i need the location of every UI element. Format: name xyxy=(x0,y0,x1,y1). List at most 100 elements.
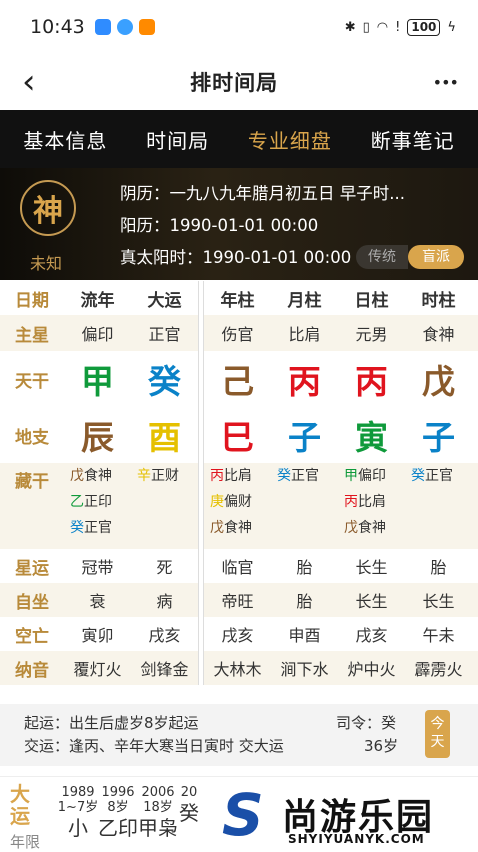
col-header: 月柱 xyxy=(287,290,322,311)
profile-card: 神 未知 阴历：一九八九年腊月初五日 早子时... 阳历：1990-01-01 … xyxy=(0,168,478,280)
hidden-stem: 戊食神 xyxy=(210,520,252,536)
grid-cell: 寅卯 xyxy=(81,626,114,645)
row-label: 纳音 xyxy=(15,660,49,681)
grid-cell: 病 xyxy=(156,592,173,611)
grid-cell: 长生 xyxy=(355,592,388,611)
logo-mark-icon: S xyxy=(222,781,264,849)
star-fortune-row: 星运 冠带 死 临官 胎 长生 胎 xyxy=(0,549,478,583)
dayun-column[interactable]: 1989 1~7岁小 xyxy=(56,785,100,841)
grid-cell: 长生 xyxy=(355,558,388,577)
fortune-info: 起运：出生后虚岁8岁起运 交运：逢丙、辛年大寒当日寅时 交大运 司令：癸 36岁 xyxy=(0,704,478,766)
grid-cell: 戌亥 xyxy=(221,626,254,645)
wifi-icon: ◠ xyxy=(376,19,389,35)
blind-school-button[interactable]: 盲派 xyxy=(408,245,464,269)
grid-cell: 帝旺 xyxy=(221,592,254,611)
grid-cell: 衰 xyxy=(89,592,106,611)
bazi-grid: 日期 流年 大运 年柱 月柱 日柱 时柱 主星 偏印 正官 伤官 比肩 元男 食… xyxy=(0,281,478,685)
logo-url: SHYIYUANYK.COM xyxy=(288,832,425,846)
dayun-age: 1~7岁 xyxy=(57,800,99,815)
bluetooth-icon: ✱ xyxy=(344,19,356,35)
grid-cell: 胎 xyxy=(296,558,313,577)
solar-date: 阳历：1990-01-01 00:00 xyxy=(120,216,319,235)
branch-cell: 酉 xyxy=(148,418,181,457)
grid-cell: 胎 xyxy=(430,558,447,577)
today-button[interactable]: 今天 xyxy=(425,710,450,758)
app-notification-icon xyxy=(116,19,133,35)
row-label: 藏干 xyxy=(15,472,49,492)
charging-icon: ϟ xyxy=(447,19,456,35)
stem-cell: 丙 xyxy=(355,362,388,401)
nav-bar: ‹ 排时间局 ••• xyxy=(0,54,478,110)
dayun-year: 1996 xyxy=(101,785,135,800)
more-icon[interactable]: ••• xyxy=(433,73,459,92)
col-header: 日期 xyxy=(15,290,49,311)
stem-cell: 戊 xyxy=(422,362,455,401)
branch-cell: 子 xyxy=(422,418,455,457)
branch-cell: 巳 xyxy=(221,418,254,457)
tab-notes[interactable]: 断事笔记 xyxy=(371,125,455,154)
tab-basic-info[interactable]: 基本信息 xyxy=(23,125,107,154)
tab-time-board[interactable]: 时间局 xyxy=(146,125,209,154)
row-label: 主星 xyxy=(15,325,49,346)
hidden-stem: 乙正印 xyxy=(70,494,112,510)
grid-cell: 霹雳火 xyxy=(414,660,463,679)
battery-icon: 100 xyxy=(407,18,441,36)
dayun-char: 甲枭 xyxy=(138,816,178,840)
dayun-column[interactable]: 1996 8岁 乙印 xyxy=(96,785,140,841)
qiyun-text: 起运：出生后虚岁8岁起运 xyxy=(24,714,199,732)
hidden-stem: 癸正官 xyxy=(70,520,112,536)
years-label: 年限 xyxy=(10,833,41,851)
hidden-stem: 丙比肩 xyxy=(210,468,252,484)
hidden-stems-cell: 癸正官 xyxy=(271,463,338,489)
dayun-year: 1989 xyxy=(61,785,95,800)
grid-cell: 元男 xyxy=(355,325,388,344)
gender-label: 未知 xyxy=(30,254,63,273)
dayun-char: 小 xyxy=(68,816,88,840)
back-icon[interactable]: ‹ xyxy=(22,65,36,99)
grid-cell: 胎 xyxy=(296,592,313,611)
grid-cell: 偏印 xyxy=(81,325,114,344)
row-label: 天干 xyxy=(15,371,49,392)
dayun-age: 8岁 xyxy=(107,800,129,815)
hidden-stem: 癸正官 xyxy=(277,468,319,484)
age-text: 36岁 xyxy=(364,737,399,755)
grid-cell: 戌亥 xyxy=(148,626,181,645)
avatar[interactable]: 神 xyxy=(20,180,76,236)
grid-cell: 剑锋金 xyxy=(140,660,189,679)
col-header: 年柱 xyxy=(220,290,255,311)
earthly-branch-row: 地支 辰 酉 巳 子 寅 子 xyxy=(0,407,478,463)
dayun-label: 大运 xyxy=(10,782,30,828)
page-title: 排时间局 xyxy=(190,71,279,95)
siling-text: 司令：癸 xyxy=(336,714,397,732)
grid-cell: 涧下水 xyxy=(280,660,329,679)
self-seat-row: 自坐 衰 病 帝旺 胎 长生 长生 xyxy=(0,583,478,617)
hidden-stem: 庚偏财 xyxy=(210,494,252,510)
dayun-column[interactable]: 20 癸 xyxy=(176,785,202,826)
hidden-stem: 戊食神 xyxy=(344,520,386,536)
grid-cell: 申酉 xyxy=(288,626,321,645)
traditional-button[interactable]: 传统 xyxy=(356,245,408,269)
dayun-year: 2006 xyxy=(141,785,175,800)
grid-cell: 覆灯火 xyxy=(73,660,122,679)
stem-cell: 丙 xyxy=(288,362,321,401)
grid-cell: 食神 xyxy=(422,325,455,344)
watermark-logo: S 尚游乐园 SHYIYUANYK.COM xyxy=(222,786,478,850)
col-header: 流年 xyxy=(80,290,115,311)
status-bar: 10:43 ✱ ▯ ◠ ! 100 ϟ xyxy=(0,0,478,54)
hidden-stems-cell: 戊食神 乙正印 癸正官 xyxy=(64,463,131,541)
branch-cell: 辰 xyxy=(81,418,114,457)
col-header: 大运 xyxy=(147,290,182,311)
grid-cell: 戌亥 xyxy=(355,626,388,645)
grid-cell: 正官 xyxy=(148,325,181,344)
dayun-age: 18岁 xyxy=(143,800,173,815)
tab-bar: 基本信息 时间局 专业细盘 断事笔记 xyxy=(0,110,478,168)
tab-professional[interactable]: 专业细盘 xyxy=(248,125,332,154)
nayin-row: 纳音 覆灯火 剑锋金 大林木 涧下水 炉中火 霹雳火 xyxy=(0,651,478,685)
row-label: 星运 xyxy=(15,558,49,579)
grid-cell: 长生 xyxy=(422,592,455,611)
grid-cell: 大林木 xyxy=(213,660,262,679)
heavenly-stem-row: 天干 甲 癸 己 丙 丙 戊 xyxy=(0,351,478,407)
hidden-stems-cell: 甲偏印 丙比肩 戊食神 xyxy=(338,463,405,541)
lunar-date: 阴历：一九八九年腊月初五日 早子时... xyxy=(120,184,405,203)
dayun-column[interactable]: 2006 18岁 甲枭 xyxy=(136,785,180,841)
